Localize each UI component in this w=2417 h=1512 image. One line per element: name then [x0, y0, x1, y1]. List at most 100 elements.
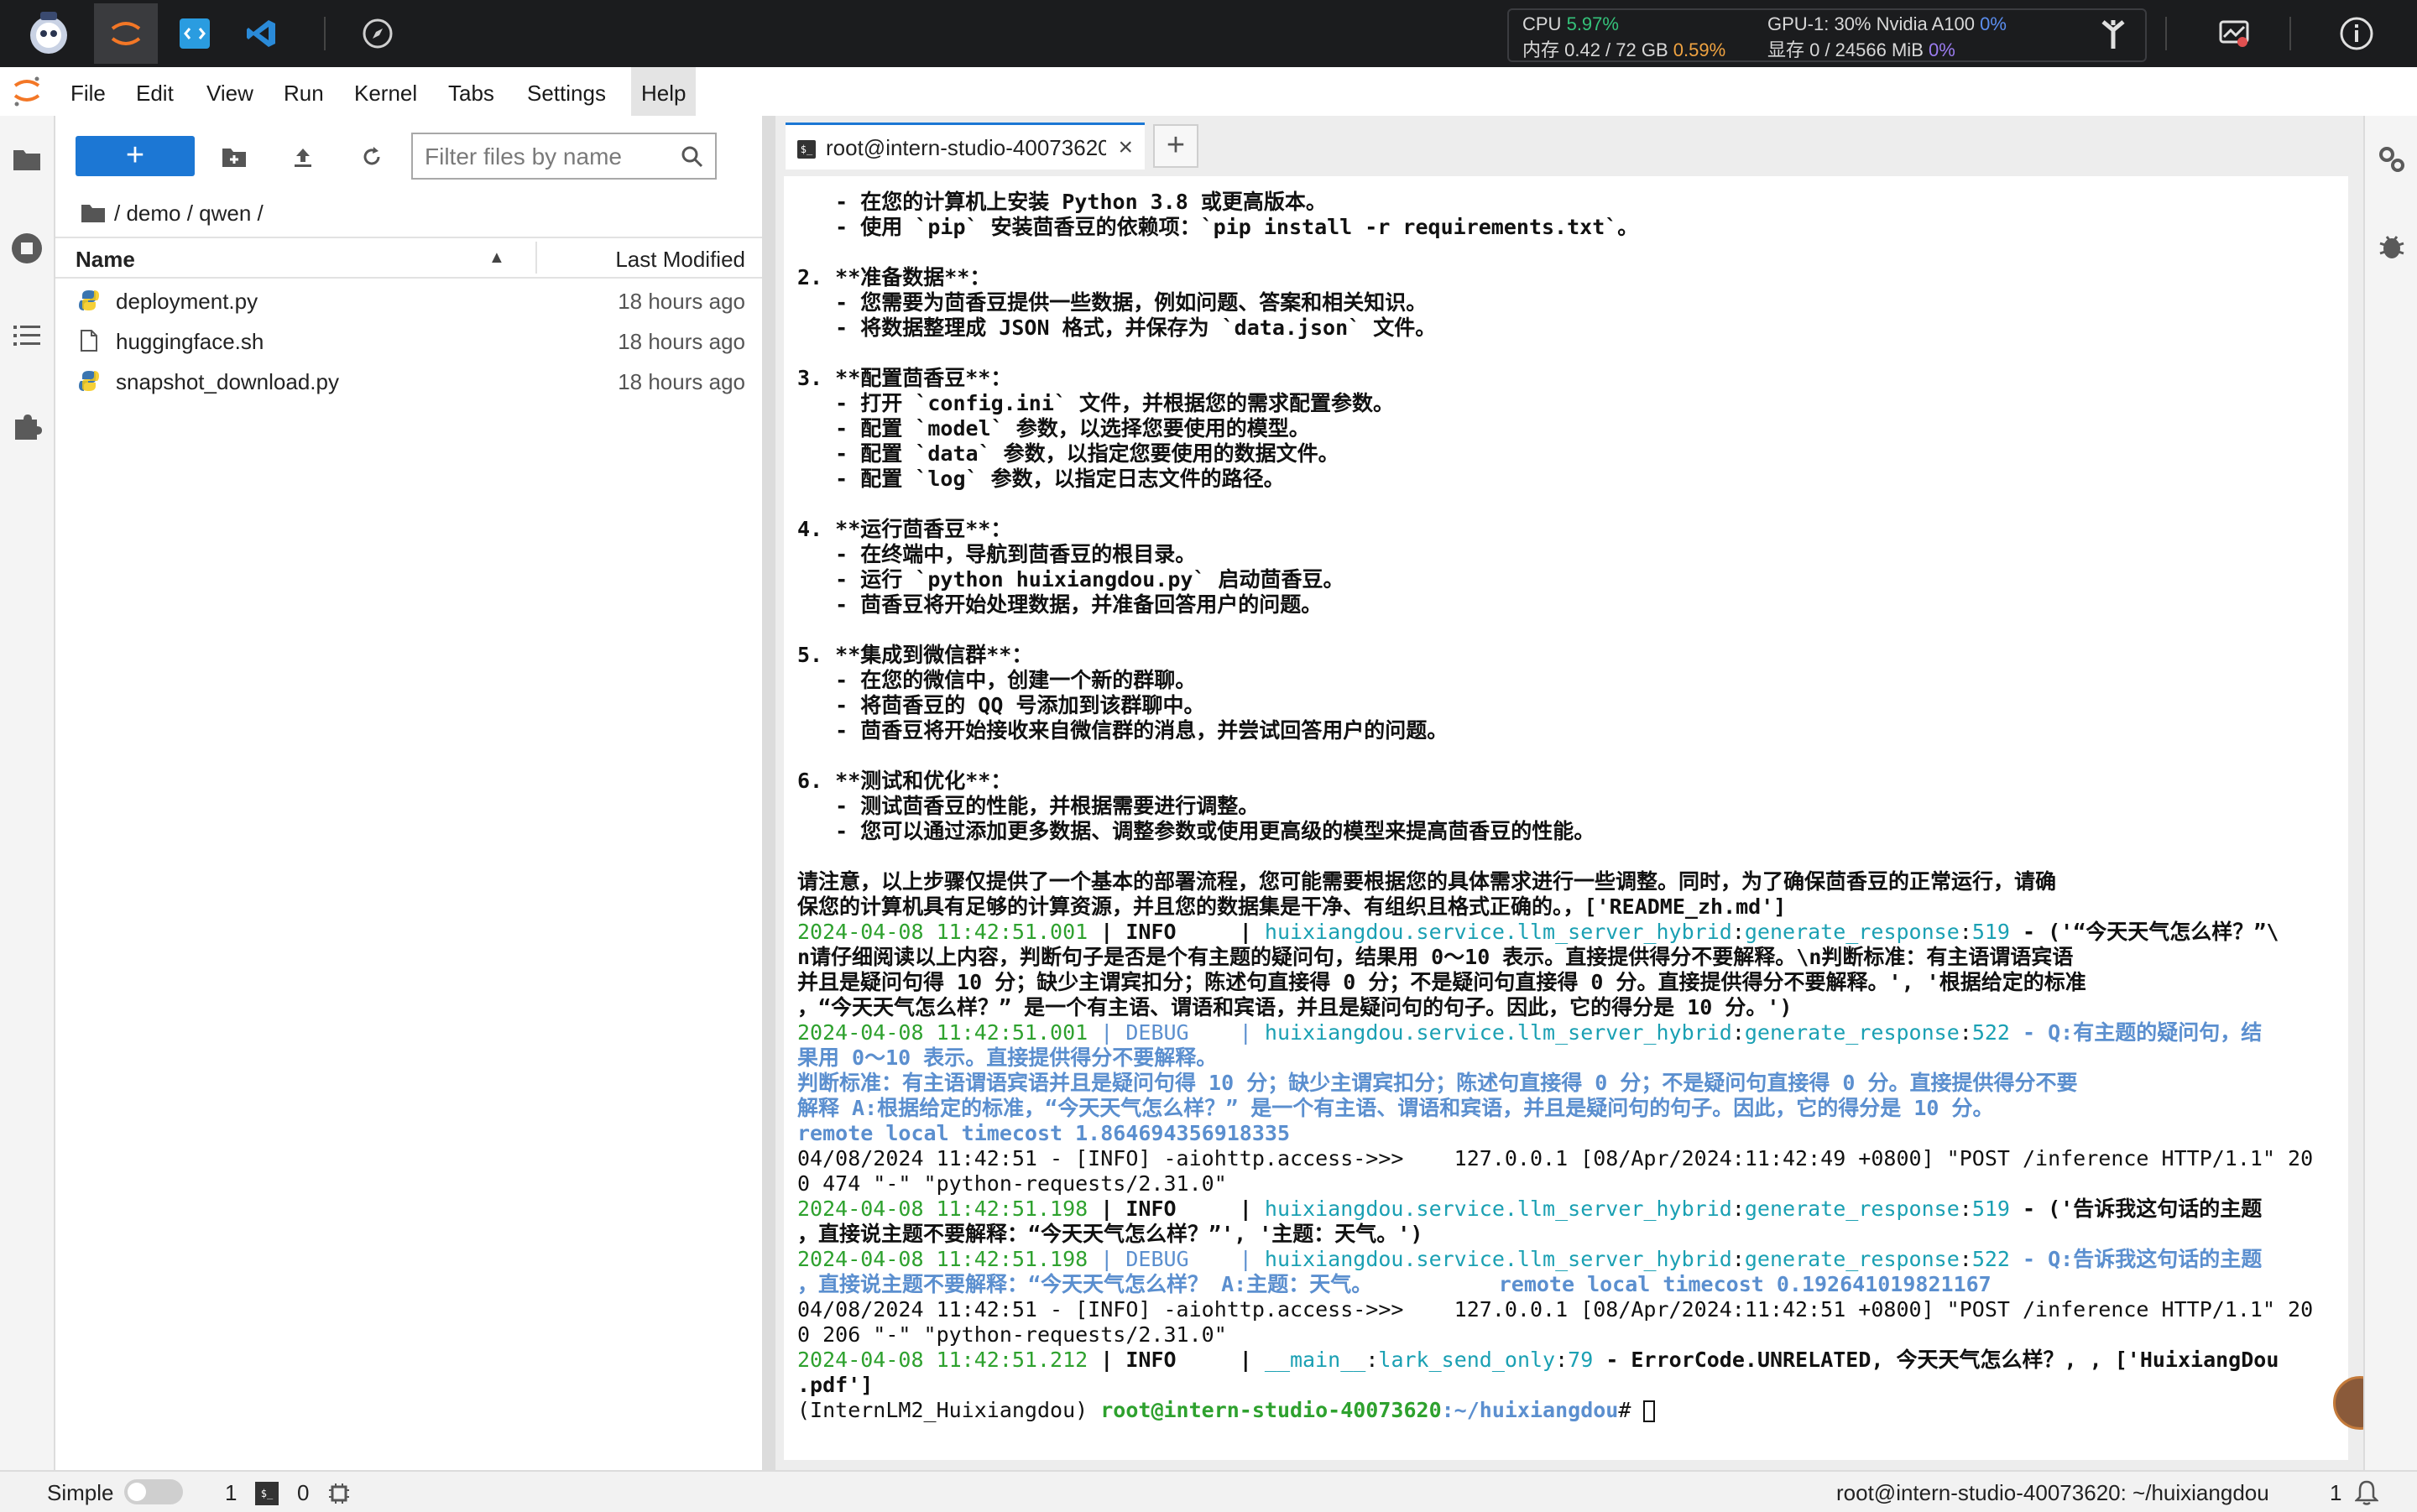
log-function: generate_response: [1744, 1020, 1960, 1045]
bell-icon[interactable]: [2353, 1480, 2380, 1511]
terminal-prompt[interactable]: (InternLM2_Huixiangdou) root@intern-stud…: [797, 1398, 1656, 1423]
app-logo-icon[interactable]: [17, 3, 81, 64]
terminal-line: - 配置 `model` 参数，以选择您要使用的模型。: [797, 416, 1310, 441]
terminal-line: 并且是疑问句得 10 分；缺少主谓宾扣分；陈述句直接得 0 分；不是疑问句直接得…: [797, 970, 2086, 994]
file-modified: 18 hours ago: [618, 369, 745, 394]
log-line-debug: 2024-04-08 11:42:51.198 | DEBUG | huixia…: [797, 1247, 2263, 1271]
new-folder-icon[interactable]: [211, 136, 257, 178]
upload-icon[interactable]: [280, 136, 326, 178]
column-divider[interactable]: [535, 242, 537, 274]
file-modified: 18 hours ago: [618, 289, 745, 314]
terminal-line: n请仔细阅读以上内容，判断句子是否是个有主题的疑问句，结果用 0～10 表示。直…: [797, 945, 2074, 969]
menu-tabs[interactable]: Tabs: [438, 67, 504, 116]
terminal-line: - 在您的计算机上安装 Python 3.8 或更高版本。: [797, 190, 1327, 214]
python-icon: [79, 290, 99, 310]
terminal-output[interactable]: - 在您的计算机上安装 Python 3.8 或更高版本。 - 使用 `pip`…: [784, 176, 2348, 1460]
panel-splitter[interactable]: [762, 116, 775, 1470]
fork-icon[interactable]: [2081, 3, 2145, 64]
terminal-line: 请注意，以上步骤仅提供了一个基本的部署流程，您可能需要根据您的具体需求进行一些调…: [797, 869, 2057, 894]
tab-terminal[interactable]: $_ root@intern-studio-40073620 ×: [786, 123, 1145, 169]
extensions-icon[interactable]: [8, 408, 45, 445]
terminal-line: 保您的计算机具有足够的计算资源，并且您的数据集是干净、有组织且格式正确的。，['…: [797, 894, 1787, 919]
log-line-info: 2024-04-08 11:42:51.001 | INFO | huixian…: [797, 920, 2279, 944]
menu-kernel[interactable]: Kernel: [344, 67, 427, 116]
terminal-icon: $_: [797, 140, 816, 159]
menu-settings[interactable]: Settings: [517, 67, 616, 116]
terminal-icon[interactable]: $_: [255, 1482, 279, 1505]
folder-icon[interactable]: [8, 141, 45, 178]
menu-edit[interactable]: Edit: [126, 67, 184, 116]
toolbar-divider: [2289, 17, 2291, 50]
log-message: - Q:告诉我这句话的主题: [2009, 1247, 2263, 1271]
table-of-contents-icon[interactable]: [8, 317, 45, 354]
log-line-number: 522: [1971, 1247, 2010, 1271]
kernel-count: 0: [297, 1480, 310, 1505]
menu-file[interactable]: File: [60, 67, 116, 116]
left-activity-bar: [0, 116, 55, 1470]
simple-mode-toggle[interactable]: [124, 1479, 183, 1504]
add-tab-button[interactable]: +: [1153, 124, 1198, 168]
filter-box: [411, 133, 717, 180]
log-module: huixiangdou.service.llm_server_hybrid: [1264, 1020, 1732, 1045]
menu-help[interactable]: Help: [631, 67, 697, 116]
running-kernels-icon[interactable]: [8, 230, 45, 267]
code-editor-icon[interactable]: [163, 3, 227, 64]
terminal-line: - 在终端中，导航到茴香豆的根目录。: [797, 542, 1197, 566]
filter-files-input[interactable]: [423, 141, 678, 173]
breadcrumb-path[interactable]: / demo / qwen /: [114, 201, 264, 227]
terminal-line: - 您需要为茴香豆提供一些数据，例如问题、答案和相关知识。: [797, 290, 1428, 315]
notification-count: 1: [2330, 1480, 2342, 1505]
search-icon: [680, 144, 705, 169]
log-message: - ErrorCode.UNRELATED, 今天天气怎么样？, , ['Hui…: [1593, 1348, 2279, 1372]
terminal-line: 解释 A:根据给定的标准，“今天天气怎么样？” 是一个有主语、谓语和宾语，并且是…: [797, 1096, 1994, 1120]
monitor-icon[interactable]: [2202, 3, 2266, 64]
log-line-number: 522: [1971, 1020, 2010, 1045]
folder-icon[interactable]: [81, 203, 106, 223]
toolbar-divider: [2165, 17, 2167, 50]
file-name: snapshot_download.py: [116, 369, 339, 394]
compass-icon[interactable]: [346, 3, 410, 64]
new-launcher-button[interactable]: +: [76, 136, 195, 176]
file-row-snapshot-download[interactable]: snapshot_download.py 18 hours ago: [55, 361, 762, 401]
column-last-modified[interactable]: Last Modified: [615, 247, 745, 273]
prompt-path: :~/huixiangdou: [1441, 1398, 1619, 1422]
log-timestamp: 2024-04-08 11:42:51.198: [797, 1247, 1088, 1271]
breadcrumb: / demo / qwen /: [81, 195, 264, 232]
jupyter-app-icon[interactable]: [94, 3, 158, 64]
kernel-icon[interactable]: [327, 1482, 351, 1511]
terminal-line: 判断标准：有主语谓语宾语并且是疑问句得 10 分；缺少主谓宾扣分；陈述句直接得 …: [797, 1071, 2078, 1095]
debugger-icon[interactable]: [2373, 228, 2410, 265]
status-terminal-path: root@intern-studio-40073620: ~/huixiangd…: [1836, 1480, 2269, 1505]
terminal-line: - 打开 `config.ini` 文件，并根据您的需求配置参数。: [797, 391, 1394, 415]
vscode-icon[interactable]: [230, 3, 294, 64]
menu-bar: File Edit View Run Kernel Tabs Settings …: [0, 67, 2417, 117]
log-function: generate_response: [1744, 920, 1960, 944]
menu-run[interactable]: Run: [274, 67, 334, 116]
refresh-icon[interactable]: [349, 136, 394, 178]
terminal-line: - 在您的微信中，创建一个新的群聊。: [797, 668, 1197, 692]
terminal-line: - 配置 `data` 参数，以指定您要使用的数据文件。: [797, 441, 1339, 466]
terminal-line: - 使用 `pip` 安装茴香豆的依赖项：`pip install -r req…: [797, 215, 1639, 239]
log-line-number: 519: [1971, 920, 2010, 944]
menu-view[interactable]: View: [196, 67, 264, 116]
close-icon[interactable]: ×: [1118, 133, 1133, 162]
log-module: huixiangdou.service.llm_server_hybrid: [1264, 1247, 1732, 1271]
log-function: generate_response: [1744, 1247, 1960, 1271]
cpu-value: 5.97%: [1566, 13, 1619, 34]
property-inspector-icon[interactable]: [2373, 141, 2410, 178]
cpu-label: CPU: [1522, 13, 1562, 34]
terminal-count: 1: [225, 1480, 238, 1505]
terminal-line: - 运行 `python huixiangdou.py` 启动茴香豆。: [797, 567, 1344, 592]
sort-ascending-icon: ▲: [488, 248, 505, 267]
terminal-line: 果用 0～10 表示。直接提供得分不要解释。: [797, 1045, 1218, 1070]
log-timestamp: 2024-04-08 11:42:51.001: [797, 920, 1088, 944]
toggle-knob: [128, 1483, 146, 1501]
info-icon[interactable]: [2325, 3, 2388, 64]
terminal-line: 0 206 "-" "python-requests/2.31.0": [797, 1322, 1227, 1347]
file-row-huggingface[interactable]: huggingface.sh 18 hours ago: [55, 321, 762, 361]
file-row-deployment[interactable]: deployment.py 18 hours ago: [55, 280, 762, 321]
column-name[interactable]: Name: [76, 247, 135, 273]
log-level: | INFO |: [1088, 1197, 1265, 1221]
log-level: | DEBUG |: [1088, 1020, 1265, 1045]
log-function: lark_send_only: [1378, 1348, 1556, 1372]
